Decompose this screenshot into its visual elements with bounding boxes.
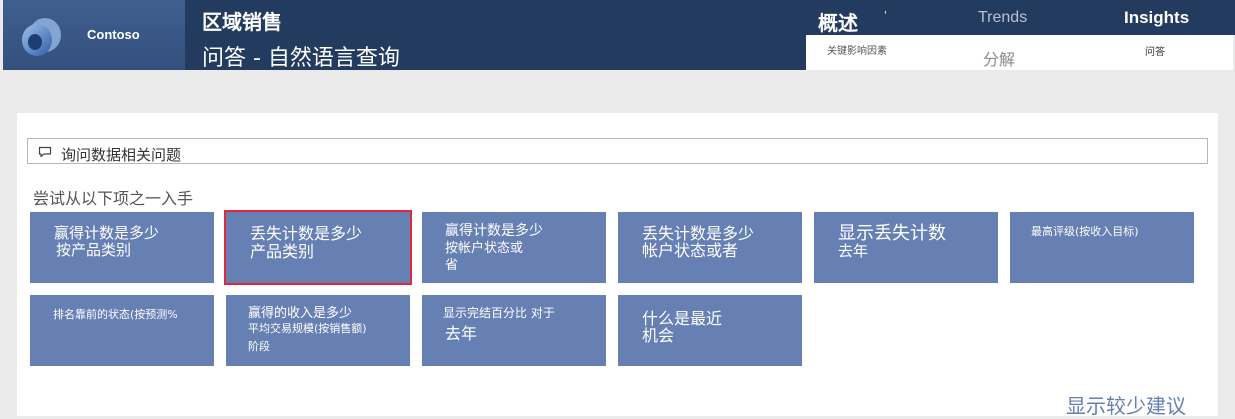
show-fewer-suggestions-link[interactable]: 显示较少建议 (1066, 390, 1186, 419)
suggestion-tile[interactable]: 赢得的收入是多少 平均交易规模(按销售额) 阶段 (226, 295, 410, 366)
suggestion-line: 排名靠前的状态(按预测% (53, 308, 178, 321)
qna-placeholder: 询问数据相关问题 (61, 146, 182, 164)
suggestion-tile-selected[interactable]: 丢失计数是多少 产品类别 (224, 210, 412, 285)
suggestion-line: 去年 (445, 324, 478, 343)
nav-tick-mark: ' (884, 10, 887, 21)
suggestion-tile[interactable]: 排名靠前的状态(按预测% (30, 295, 214, 366)
nav-qna[interactable]: 问答 (1145, 43, 1165, 58)
qna-visual: 询问数据相关问题 尝试从以下项之一入手 赢得计数是多少 按产品类别 丢失计数是多… (17, 113, 1218, 419)
suggestion-grid: 赢得计数是多少 按产品类别 丢失计数是多少 产品类别 赢得计数是多少 按帐户状态… (30, 210, 1210, 372)
suggestion-line: 阶段 (248, 340, 270, 353)
suggestion-line: 按帐户状态或 (445, 241, 524, 256)
suggestion-line: 按产品类别 (56, 241, 132, 259)
contoso-logo-icon (22, 18, 61, 56)
suggestion-tile[interactable]: 赢得计数是多少 按帐户状态或 省 (422, 212, 606, 283)
suggestion-line: 丢失计数是多少 (250, 224, 363, 243)
suggestion-tile[interactable]: 显示完结百分比 对于 去年 (422, 295, 606, 366)
chat-bubble-icon (38, 146, 52, 158)
suggestion-line: 机会 (642, 326, 675, 345)
suggestion-tile[interactable]: 显示丢失计数 去年 (814, 212, 998, 283)
suggestion-line: 赢得计数是多少 (54, 224, 160, 242)
suggestion-line: 产品类别 (250, 242, 315, 261)
suggestion-line: 赢得的收入是多少 (248, 306, 353, 321)
nav-trends[interactable]: Trends (978, 9, 1027, 27)
suggestion-tile[interactable]: 丢失计数是多少 帐户状态或者 (618, 212, 802, 283)
suggestion-line: 平均交易规模(按销售额) (248, 322, 367, 335)
nav-bottom-row: 关键影响因素 分解 问答 (806, 35, 1233, 70)
nav-decomposition[interactable]: 分解 (983, 46, 1015, 70)
report-title: 区域销售 (202, 10, 282, 34)
brand-block: Contoso (3, 0, 185, 70)
try-label: 尝试从以下项之一入手 (33, 189, 194, 208)
nav-top-row: 概述 ' Trends Insights (806, 0, 1235, 35)
suggestion-line: 去年 (838, 242, 869, 260)
app-header: Contoso 区域销售 问答 - 自然语言查询 概述 ' Trends Ins… (0, 0, 1235, 71)
nav-overview[interactable]: 概述 (818, 7, 858, 36)
suggestion-line: 显示完结百分比 对于 (443, 306, 555, 320)
nav-insights[interactable]: Insights (1124, 8, 1189, 28)
brand-name: Contoso (87, 27, 140, 42)
suggestion-line: 赢得计数是多少 (445, 223, 543, 239)
nav-key-influencers[interactable]: 关键影响因素 (827, 42, 887, 57)
suggestion-tile[interactable]: 什么是最近 机会 (618, 295, 802, 366)
suggestion-tile[interactable]: 赢得计数是多少 按产品类别 (30, 212, 214, 283)
suggestion-line: 省 (445, 258, 459, 273)
qna-input[interactable]: 询问数据相关问题 (27, 138, 1208, 164)
suggestion-line: 帐户状态或者 (642, 241, 739, 260)
suggestion-line: 最高评级(按收入目标) (1031, 225, 1139, 238)
title-block: 区域销售 问答 - 自然语言查询 (185, 0, 806, 71)
suggestion-tile[interactable]: 最高评级(按收入目标) (1010, 212, 1194, 283)
page-title: 问答 - 自然语言查询 (202, 46, 400, 71)
